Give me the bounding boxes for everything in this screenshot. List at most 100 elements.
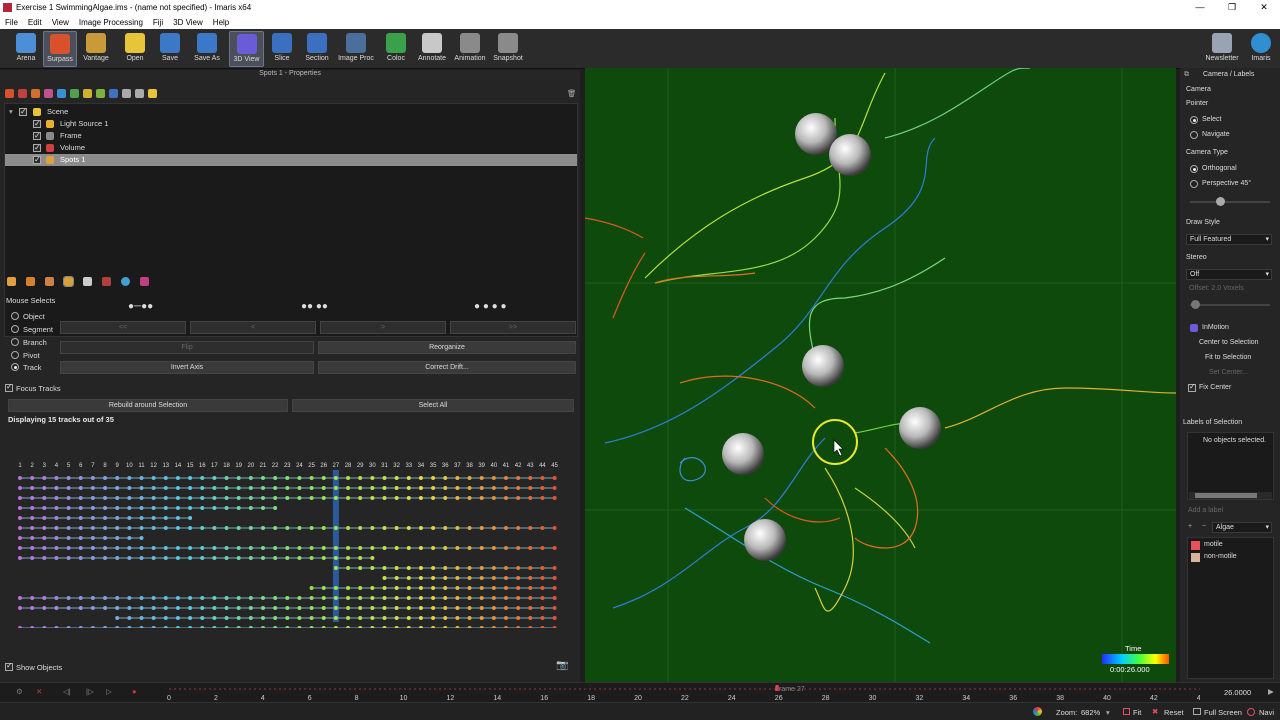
track-spot[interactable] xyxy=(90,556,95,560)
track-spot[interactable] xyxy=(358,486,363,490)
track-spot[interactable] xyxy=(431,526,436,530)
tree-item-light-source[interactable]: Light Source 1 xyxy=(5,118,577,130)
track-spot[interactable] xyxy=(115,606,120,610)
track-spot[interactable] xyxy=(248,546,253,550)
time-value-field[interactable]: 26.0000 xyxy=(1224,688,1251,697)
track-spot[interactable] xyxy=(358,526,363,530)
track-spot[interactable] xyxy=(516,586,521,590)
track-spot[interactable] xyxy=(18,496,22,500)
track-spot[interactable] xyxy=(151,546,156,550)
track-spot[interactable] xyxy=(115,536,120,540)
vantage-button[interactable]: Vantage xyxy=(78,31,114,67)
track-spot[interactable] xyxy=(175,476,180,480)
reorganize-button[interactable]: Reorganize xyxy=(318,341,576,354)
light-icon[interactable] xyxy=(83,89,92,98)
track-spot[interactable] xyxy=(261,526,265,530)
track-spot[interactable] xyxy=(406,546,411,550)
track-spot[interactable] xyxy=(346,476,351,480)
track-spot[interactable] xyxy=(54,526,59,530)
frame-icon[interactable] xyxy=(96,89,105,98)
track-spot[interactable] xyxy=(309,596,314,600)
track-spot[interactable] xyxy=(370,616,375,620)
track-spot[interactable] xyxy=(224,616,229,620)
track-spot[interactable] xyxy=(115,596,120,600)
track-spot[interactable] xyxy=(418,496,423,500)
track-spot[interactable] xyxy=(42,506,47,510)
track-spot[interactable] xyxy=(236,486,241,490)
track-spot[interactable] xyxy=(163,616,168,620)
track-spot[interactable] xyxy=(78,476,83,480)
track-spot[interactable] xyxy=(346,486,351,490)
orthogonal-radio[interactable] xyxy=(1190,165,1198,173)
menu-3d-view[interactable]: 3D View xyxy=(168,18,208,27)
newsletter-button[interactable]: Newsletter xyxy=(1200,31,1244,67)
track-spot[interactable] xyxy=(273,486,278,490)
track-spot[interactable] xyxy=(188,626,193,628)
zoom-value[interactable]: 682% xyxy=(1081,708,1100,717)
remove-group-icon[interactable]: − xyxy=(1202,523,1206,530)
track-spot[interactable] xyxy=(443,596,448,600)
track-spot[interactable] xyxy=(479,526,484,530)
track-spot[interactable] xyxy=(90,486,95,490)
track-spot[interactable] xyxy=(491,616,496,620)
track-spot[interactable] xyxy=(443,586,448,590)
track-spot[interactable] xyxy=(346,596,351,600)
track-spot[interactable] xyxy=(467,596,472,600)
reset-icon[interactable]: ✖ xyxy=(1152,707,1158,716)
track-spot[interactable] xyxy=(139,606,144,610)
time-menu-icon[interactable]: ▶ xyxy=(1268,687,1274,696)
full-screen-icon[interactable] xyxy=(1193,708,1201,715)
color-wheel-icon[interactable] xyxy=(1033,707,1042,716)
track-spot[interactable] xyxy=(358,596,363,600)
track-spot[interactable] xyxy=(139,486,144,490)
reset-button[interactable]: Reset xyxy=(1164,708,1184,717)
track-spot[interactable] xyxy=(358,566,363,570)
track-spot[interactable] xyxy=(540,626,545,628)
track-spot[interactable] xyxy=(30,506,35,510)
tree-item-spots[interactable]: Spots 1 xyxy=(5,154,577,166)
track-spot[interactable] xyxy=(552,496,557,500)
track-spot[interactable] xyxy=(66,476,71,480)
track-spot[interactable] xyxy=(370,476,375,480)
track-spot[interactable] xyxy=(212,496,217,500)
label-group-select[interactable]: Algae xyxy=(1212,522,1272,533)
track-spot[interactable] xyxy=(200,486,205,490)
draw-style-select[interactable]: Full Featured xyxy=(1186,234,1272,245)
track-spot[interactable] xyxy=(382,566,387,570)
settings-tab-icon[interactable] xyxy=(140,277,149,286)
track-spot[interactable] xyxy=(431,616,436,620)
time-slider-handle[interactable] xyxy=(775,685,779,691)
track-spot[interactable] xyxy=(309,476,314,480)
track-spot[interactable] xyxy=(455,546,460,550)
collapse-icon[interactable]: ▾ xyxy=(9,106,13,118)
track-spot[interactable] xyxy=(455,526,460,530)
track-spot[interactable] xyxy=(382,496,387,500)
spot-sphere[interactable] xyxy=(802,345,844,387)
track-spot[interactable] xyxy=(516,616,521,620)
3d-view-button[interactable]: 3D View xyxy=(229,31,264,67)
menu-image-processing[interactable]: Image Processing xyxy=(74,18,148,27)
track-spot[interactable] xyxy=(479,616,484,620)
track-spot[interactable] xyxy=(394,576,399,580)
track-spot[interactable] xyxy=(370,496,375,500)
cells-add-icon[interactable] xyxy=(44,89,53,98)
track-spot[interactable] xyxy=(528,606,533,610)
track-spot[interactable] xyxy=(248,556,253,560)
track-spot[interactable] xyxy=(297,616,302,620)
track-spot[interactable] xyxy=(297,526,302,530)
labels-scrollbar-thumb[interactable] xyxy=(1195,493,1257,498)
track-spot[interactable] xyxy=(309,526,314,530)
track-spot[interactable] xyxy=(18,556,22,560)
track-spot[interactable] xyxy=(406,626,411,628)
track-spot[interactable] xyxy=(491,526,496,530)
track-spot[interactable] xyxy=(30,606,35,610)
track-spot[interactable] xyxy=(127,496,132,500)
snapshot-button[interactable]: Snapshot xyxy=(490,31,526,67)
track-spot[interactable] xyxy=(479,486,484,490)
track-edit-tab-icon[interactable] xyxy=(63,276,74,287)
track-spot[interactable] xyxy=(321,476,326,480)
track-spot[interactable] xyxy=(285,526,290,530)
track-spot[interactable] xyxy=(163,506,168,510)
track-spot[interactable] xyxy=(333,496,338,500)
track-spot[interactable] xyxy=(66,606,71,610)
